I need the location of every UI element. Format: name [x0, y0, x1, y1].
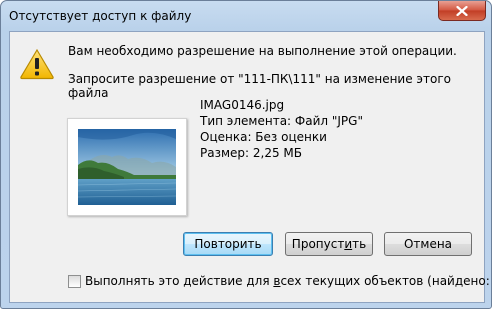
close-button[interactable] [438, 1, 486, 21]
skip-button[interactable]: Пропустить [285, 232, 373, 256]
cancel-button[interactable]: Отмена [384, 232, 472, 256]
close-icon [456, 5, 468, 16]
retry-button[interactable]: Повторить [183, 232, 273, 256]
apply-to-all-checkbox[interactable] [68, 275, 81, 288]
request-permission-message: Запросите разрешение от "111-ПК\111" на … [68, 72, 451, 100]
warning-icon [20, 48, 54, 80]
file-thumbnail [67, 118, 187, 216]
file-type: Тип элемента: Файл "JPG" [200, 114, 363, 128]
title-bar[interactable]: Отсутствует доступ к файлу [1, 1, 491, 31]
thumbnail-image [78, 129, 176, 205]
dialog-content: Вам необходимо разрешение на выполнение … [9, 31, 491, 303]
dialog-window: Отсутствует доступ к файлу Вам необходим… [0, 0, 492, 309]
file-details: IMAG0146.jpg Тип элемента: Файл "JPG" Оц… [200, 97, 363, 161]
window-title: Отсутствует доступ к файлу [9, 9, 192, 23]
apply-to-all-label[interactable]: Выполнять это действие для всех текущих … [85, 274, 491, 288]
file-name: IMAG0146.jpg [200, 98, 285, 112]
file-size: Размер: 2,25 МБ [200, 146, 302, 160]
file-rating: Оценка: Без оценки [200, 130, 327, 144]
permission-message: Вам необходимо разрешение на выполнение … [68, 44, 457, 58]
